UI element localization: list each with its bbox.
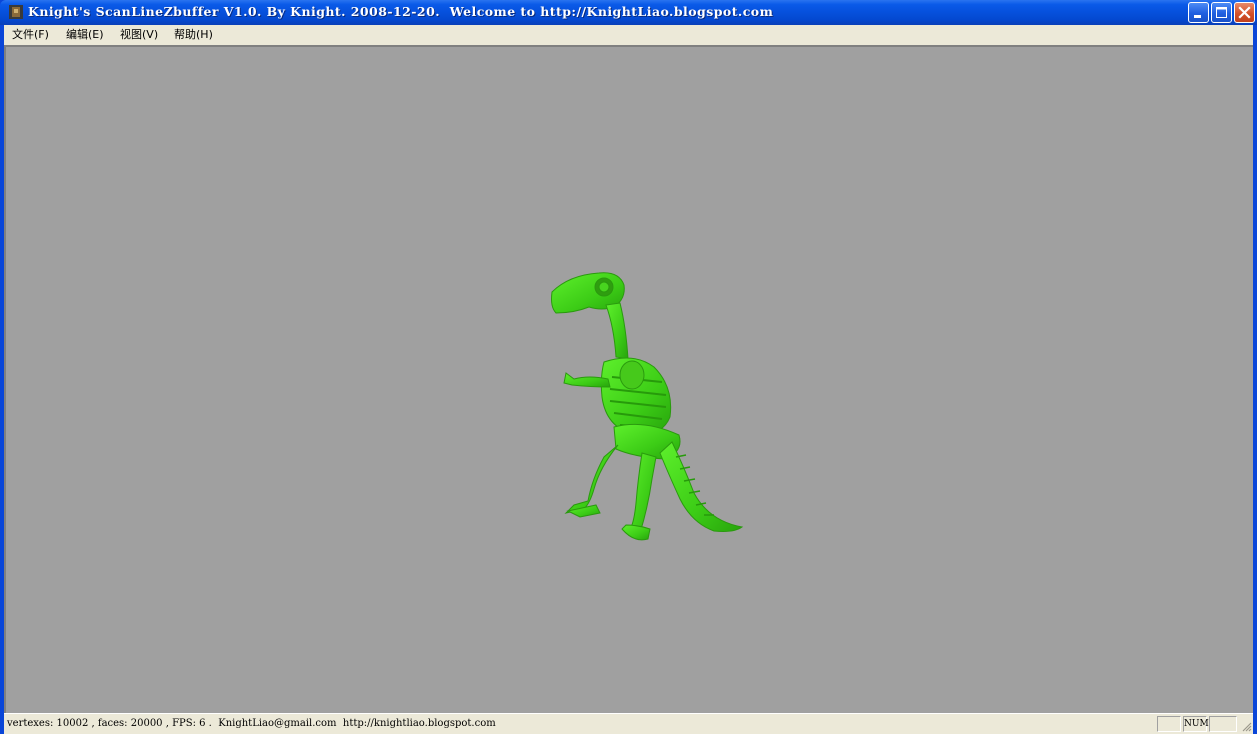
title-bar[interactable]: Knight's ScanLineZbuffer V1.0. By Knight… [0,0,1257,25]
status-info: vertexes: 10002 , faces: 20000 , FPS: 6 … [7,718,496,729]
close-icon [1238,6,1251,19]
minimize-icon [1194,15,1201,18]
resize-grip-icon[interactable] [1240,720,1252,732]
menu-view[interactable]: 视图(V) [120,27,158,43]
window-title: Knight's ScanLineZbuffer V1.0. By Knight… [28,4,774,19]
render-viewport[interactable] [4,45,1253,713]
close-button[interactable] [1234,2,1255,23]
menu-edit[interactable]: 编辑(E) [66,27,104,43]
status-indicator-1 [1157,716,1181,732]
status-indicator-3 [1209,716,1237,732]
menu-help[interactable]: 帮助(H) [174,27,213,43]
app-icon[interactable] [8,4,24,20]
app-window: Knight's ScanLineZbuffer V1.0. By Knight… [0,0,1257,734]
dinosaur-skeleton-model [551,272,744,541]
maximize-icon [1216,7,1227,18]
menu-bar: 文件(F) 编辑(E) 视图(V) 帮助(H) [4,25,1253,45]
status-indicator-num: NUM [1183,716,1209,732]
maximize-button[interactable] [1211,2,1232,23]
minimize-button[interactable] [1188,2,1209,23]
menu-file[interactable]: 文件(F) [12,27,49,43]
status-bar: vertexes: 10002 , faces: 20000 , FPS: 6 … [4,713,1253,734]
